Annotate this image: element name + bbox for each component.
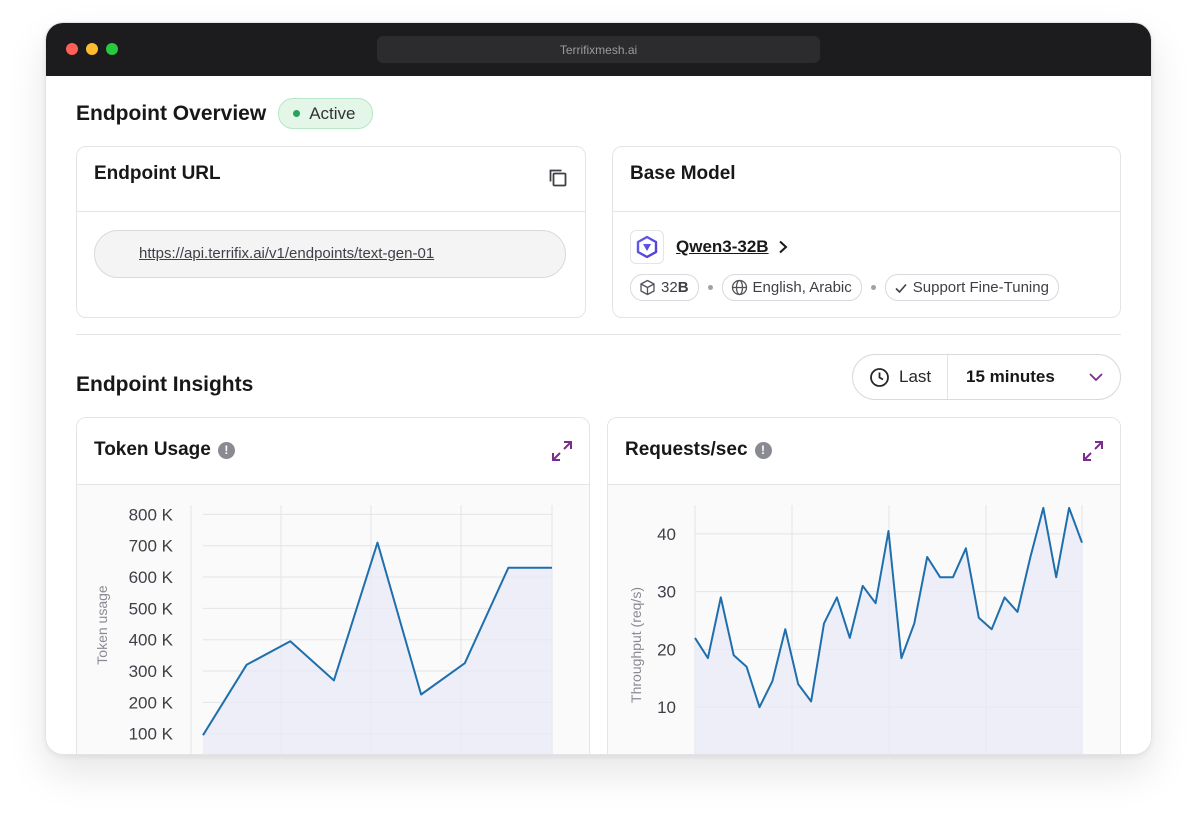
y-tick-label: 400 K — [129, 631, 174, 650]
series-area — [695, 507, 1082, 754]
info-icon[interactable]: ! — [217, 441, 235, 459]
card-header: Endpoint URL — [77, 147, 585, 212]
separator-dot — [870, 285, 876, 290]
clock-icon — [870, 367, 889, 387]
y-tick-label: 100 K — [129, 725, 174, 744]
globe-icon — [731, 279, 747, 296]
y-tick-label: 300 K — [129, 662, 174, 681]
time-range-selector[interactable]: Last 15 minutes — [852, 354, 1121, 400]
chart-title-wrap: Requests/sec ! — [625, 439, 772, 461]
requests-per-sec-card: Requests/sec ! 10 20 30 40 Throughput (req/s… — [607, 417, 1121, 754]
time-range-label: Last — [853, 355, 948, 399]
chevron-down-icon — [1089, 373, 1103, 382]
y-tick-label: 500 K — [129, 599, 174, 618]
expand-icon[interactable] — [1082, 440, 1104, 462]
minimize-window-button[interactable] — [86, 43, 98, 55]
model-name-link[interactable]: Qwen3-32B — [676, 237, 769, 257]
languages-tag: English, Arabic — [721, 274, 862, 301]
title-bar: Terrifixmesh.ai — [46, 23, 1151, 76]
finetune-tag: Support Fine-Tuning — [884, 274, 1059, 301]
y-tick-label: 20 — [657, 640, 676, 659]
y-tick-label: 30 — [657, 583, 676, 602]
token-usage-chart: 100 K 200 K 300 K 400 K 500 K 600 K 700 K 800 K… — [94, 505, 553, 754]
y-axis-label: Throughput (req/s) — [628, 587, 644, 703]
y-tick-label: 700 K — [129, 537, 174, 556]
status-label: Active — [309, 103, 356, 123]
y-tick-label: 200 K — [129, 693, 174, 712]
requests-per-sec-chart: 10 20 30 40 Throughput (req/s) — [628, 505, 1083, 754]
range-label-text: Last — [899, 367, 932, 386]
chevron-right-icon — [778, 240, 788, 254]
address-bar[interactable]: Terrifixmesh.ai — [377, 36, 820, 63]
model-row[interactable]: Qwen3-32B — [630, 230, 789, 264]
status-dot-icon — [293, 110, 301, 117]
endpoint-url-field[interactable]: https://api.terrifix.ai/v1/endpoints/tex… — [94, 230, 566, 278]
card-header: Requests/sec ! — [608, 418, 1120, 485]
finetune-value: Support Fine-Tuning — [912, 279, 1049, 296]
y-tick-label: 600 K — [129, 568, 174, 587]
check-icon — [895, 283, 907, 293]
series-area — [203, 542, 552, 754]
overview-header: Endpoint Overview Active — [76, 98, 373, 129]
chart-title: Requests/sec — [625, 439, 748, 460]
section-divider — [76, 334, 1121, 335]
cube-icon — [640, 279, 655, 296]
y-tick-label: 40 — [657, 525, 676, 544]
insights-title: Endpoint Insights — [76, 373, 254, 396]
model-tags: 32 B English, Arabic Support Fine-Tuning — [630, 274, 1059, 301]
time-range-dropdown[interactable]: 15 minutes — [948, 355, 1120, 399]
chart-body: 10 20 30 40 Throughput (req/s) — [608, 485, 1120, 754]
params-unit: B — [677, 279, 689, 296]
qwen-logo-icon — [630, 230, 664, 264]
y-tick-label: 800 K — [129, 505, 174, 524]
base-model-card: Base Model Qwen3-32B 32 B English, Arabi… — [612, 146, 1121, 318]
range-value: 15 minutes — [966, 367, 1055, 386]
expand-icon[interactable] — [551, 440, 573, 462]
card-title: Base Model — [630, 163, 736, 184]
card-header: Token Usage ! — [77, 418, 589, 485]
maximize-window-button[interactable] — [106, 43, 118, 55]
copy-icon[interactable] — [547, 167, 569, 189]
info-icon[interactable]: ! — [754, 441, 772, 459]
params-value: 32 — [661, 279, 678, 296]
separator-dot — [707, 285, 713, 290]
token-usage-card: Token Usage ! 100 K 200 K 300 K 400 K 500 K 6… — [76, 417, 590, 754]
endpoint-url-card: Endpoint URL https://api.terrifix.ai/v1/… — [76, 146, 586, 318]
page-title: Endpoint Overview — [76, 101, 267, 125]
languages-value: English, Arabic — [752, 279, 852, 296]
chart-title-wrap: Token Usage ! — [94, 439, 235, 461]
y-tick-label: 10 — [657, 698, 676, 717]
page-content: Endpoint Overview Active Endpoint URL ht… — [46, 76, 1151, 754]
browser-window: Terrifixmesh.ai Endpoint Overview Active… — [45, 22, 1152, 755]
card-header: Base Model — [613, 147, 1120, 212]
status-badge: Active — [278, 98, 373, 129]
params-tag: 32 B — [630, 274, 699, 301]
card-title: Endpoint URL — [94, 163, 221, 184]
close-window-button[interactable] — [66, 43, 78, 55]
chart-body: 100 K 200 K 300 K 400 K 500 K 600 K 700 K 800 K… — [77, 485, 589, 754]
endpoint-url-link[interactable]: https://api.terrifix.ai/v1/endpoints/tex… — [139, 245, 434, 262]
y-axis-label: Token usage — [94, 585, 110, 665]
chart-title: Token Usage — [94, 439, 211, 460]
